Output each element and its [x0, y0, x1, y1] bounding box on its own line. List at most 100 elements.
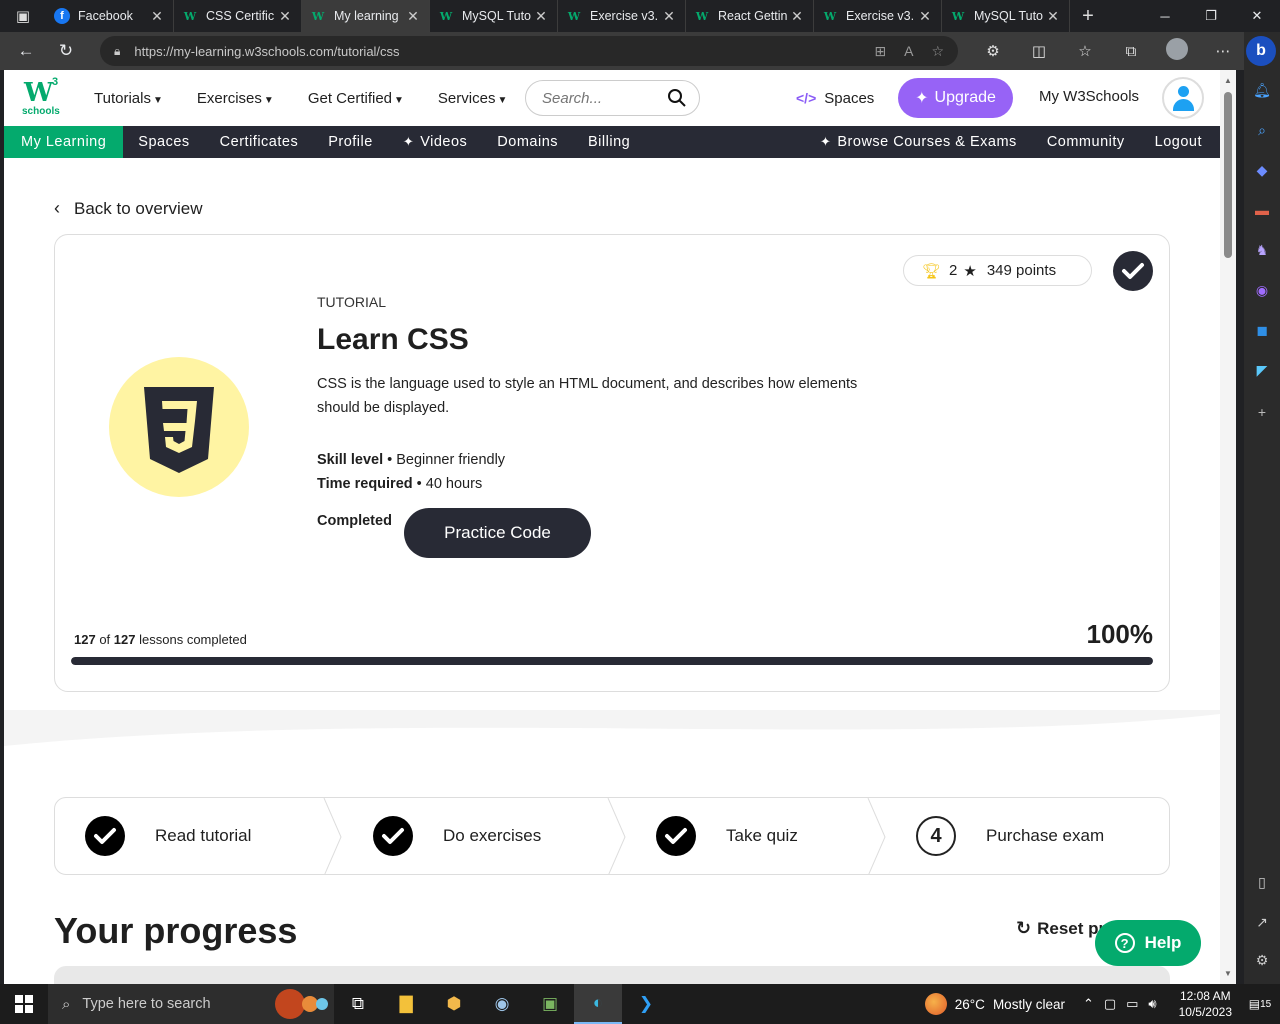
subnav-my-learning[interactable]: My Learning — [4, 126, 124, 158]
nav-get-certified[interactable]: Get Certified ▼ — [308, 90, 404, 107]
steam-icon[interactable]: ◉ — [478, 984, 526, 1024]
search-icon: ⌕ — [62, 995, 71, 1013]
sidebar-panel-icon[interactable]: ▯ — [1244, 874, 1280, 891]
css3-icon — [144, 387, 214, 473]
scroll-thumb[interactable] — [1224, 92, 1232, 258]
close-icon[interactable]: ✕ — [661, 8, 677, 25]
tools-icon[interactable]: ▬ — [1244, 202, 1280, 218]
my-w3schools-link[interactable]: My W3Schools — [1039, 88, 1139, 105]
search-icon[interactable]: ⌕ — [1244, 122, 1280, 139]
tab-exercise-2[interactable]: W Exercise v3. ✕ — [814, 0, 942, 32]
close-icon[interactable]: ✕ — [917, 8, 933, 25]
minecraft-icon[interactable]: ▣ — [526, 984, 574, 1024]
subnav-videos[interactable]: ✦ Videos — [388, 126, 482, 158]
system-clock[interactable]: 12:08 AM 10/5/2023 — [1179, 988, 1232, 1020]
practice-code-button[interactable]: Practice Code — [404, 508, 591, 558]
search-icon[interactable] — [667, 88, 687, 108]
subnav-right: ✦ Browse Courses & Exams Community Logout — [805, 126, 1220, 158]
tab-react-getting-started[interactable]: W React Gettin ✕ — [686, 0, 814, 32]
back-arrow-icon[interactable]: ← — [6, 32, 46, 70]
file-explorer-icon[interactable]: ▇ — [382, 984, 430, 1024]
notification-center-icon[interactable]: ▤ 15 — [1246, 990, 1274, 1018]
spaces-button[interactable]: </> Spaces — [796, 80, 874, 116]
step-read-tutorial[interactable]: Read tutorial — [85, 798, 251, 874]
scroll-down-icon[interactable]: ▼ — [1224, 969, 1232, 978]
tab-facebook[interactable]: f Facebook ✕ — [46, 0, 174, 32]
new-tab-icon[interactable]: + — [1070, 5, 1106, 28]
external-link-icon[interactable]: ↗ — [1244, 914, 1280, 931]
close-icon[interactable]: ✕ — [1045, 8, 1061, 25]
subnav-billing[interactable]: Billing — [573, 126, 645, 158]
tab-mysql-tutorial-2[interactable]: W MySQL Tuto ✕ — [942, 0, 1070, 32]
close-icon[interactable]: ✕ — [789, 8, 805, 25]
drop-icon[interactable]: ◤ — [1244, 362, 1280, 379]
notification-bell-icon[interactable]: 🔔︎ — [1244, 82, 1280, 99]
nav-exercises[interactable]: Exercises ▼ — [197, 90, 274, 107]
tab-css-certificate[interactable]: W CSS Certific ✕ — [174, 0, 302, 32]
split-screen-icon[interactable]: ◫ — [1016, 42, 1062, 60]
upgrade-button[interactable]: ✦ Upgrade — [898, 78, 1013, 118]
subnav-domains[interactable]: Domains — [482, 126, 573, 158]
step-purchase-exam[interactable]: 4 Purchase exam — [916, 798, 1104, 874]
subnav-browse-courses[interactable]: ✦ Browse Courses & Exams — [805, 126, 1032, 158]
taskbar-search[interactable]: ⌕ Type here to search — [48, 984, 334, 1024]
favorite-star-icon[interactable]: ☆ — [931, 43, 944, 60]
settings-gear-icon[interactable]: ⚙ — [1244, 952, 1280, 969]
search-input[interactable] — [542, 89, 662, 107]
weather-temperature[interactable]: 26°C — [955, 997, 985, 1012]
subnav-certificates[interactable]: Certificates — [205, 126, 314, 158]
close-window-icon[interactable]: ✕ — [1234, 0, 1280, 32]
nav-services[interactable]: Services ▼ — [438, 90, 507, 107]
tab-my-learning[interactable]: W My learning ✕ — [302, 0, 430, 32]
edge-browser-icon[interactable]: ◐ — [574, 984, 622, 1024]
subnav-logout[interactable]: Logout — [1140, 126, 1220, 158]
vscode-icon[interactable]: ❯ — [622, 984, 670, 1024]
more-options-icon[interactable]: ⋯ — [1200, 42, 1246, 60]
step-number-badge: 4 — [916, 816, 956, 856]
games-icon[interactable]: ♞ — [1244, 242, 1280, 259]
back-to-overview-link[interactable]: ‹ Back to overview — [54, 198, 203, 219]
favorites-icon[interactable]: ☆ — [1062, 42, 1108, 60]
nav-label: Exercises — [196, 89, 262, 107]
minimize-icon[interactable]: ─ — [1142, 0, 1188, 32]
subnav-spaces[interactable]: Spaces — [123, 126, 204, 158]
copilot-icon[interactable]: ◉ — [1244, 282, 1280, 299]
site-header: W 3 schools Tutorials ▼ Exercises ▼ Get Ce… — [4, 70, 1220, 126]
close-icon[interactable]: ✕ — [149, 8, 165, 25]
lessons-suffix: lessons completed — [139, 632, 247, 647]
page-scrollbar[interactable]: ▲ ▼ — [1220, 70, 1236, 984]
close-icon[interactable]: ✕ — [277, 8, 293, 25]
workspaces-icon[interactable]: ▣ — [0, 0, 46, 32]
step-take-quiz[interactable]: Take quiz — [656, 798, 798, 874]
user-avatar[interactable] — [1162, 77, 1204, 119]
tab-mysql-tutorial[interactable]: W MySQL Tuto ✕ — [430, 0, 558, 32]
extensions-icon[interactable]: ⚙ — [970, 42, 1016, 60]
shopping-tag-icon[interactable]: ◆ — [1244, 162, 1280, 179]
read-aloud-icon[interactable]: A — [904, 43, 913, 59]
weather-description[interactable]: Mostly clear — [993, 997, 1065, 1012]
refresh-icon[interactable]: ↻ — [46, 32, 86, 70]
windows-start-icon[interactable] — [0, 984, 48, 1024]
help-button[interactable]: ? Help — [1095, 920, 1201, 966]
close-icon[interactable]: ✕ — [405, 8, 421, 25]
apps-icon[interactable]: ⊞ — [874, 43, 886, 60]
subnav-community[interactable]: Community — [1032, 126, 1140, 158]
profile-icon[interactable] — [1154, 38, 1200, 64]
tray-icons[interactable]: ⌃▢▭🔊︎ — [1083, 996, 1167, 1012]
close-icon[interactable]: ✕ — [533, 8, 549, 25]
step-do-exercises[interactable]: Do exercises — [373, 798, 541, 874]
collections-icon[interactable]: ⧉ — [1108, 43, 1154, 60]
url-field[interactable]: 🔒︎ https://my-learning.w3schools.com/tut… — [100, 36, 958, 66]
app-hexagon-icon[interactable]: ⬢ — [430, 984, 478, 1024]
tab-exercise[interactable]: W Exercise v3. ✕ — [558, 0, 686, 32]
task-view-icon[interactable]: ⧉ — [334, 984, 382, 1024]
subnav-profile[interactable]: Profile — [313, 126, 388, 158]
restore-icon[interactable]: ❐ — [1188, 0, 1234, 32]
scroll-up-icon[interactable]: ▲ — [1224, 76, 1232, 85]
reset-progress-button[interactable]: ↻ Reset pr — [1016, 918, 1105, 939]
add-icon[interactable]: + — [1244, 404, 1280, 420]
bing-icon[interactable]: b — [1246, 36, 1276, 66]
w3schools-logo[interactable]: W 3 schools — [20, 76, 64, 120]
outlook-icon[interactable]: ◼ — [1244, 322, 1280, 339]
nav-tutorials[interactable]: Tutorials ▼ — [94, 90, 163, 107]
